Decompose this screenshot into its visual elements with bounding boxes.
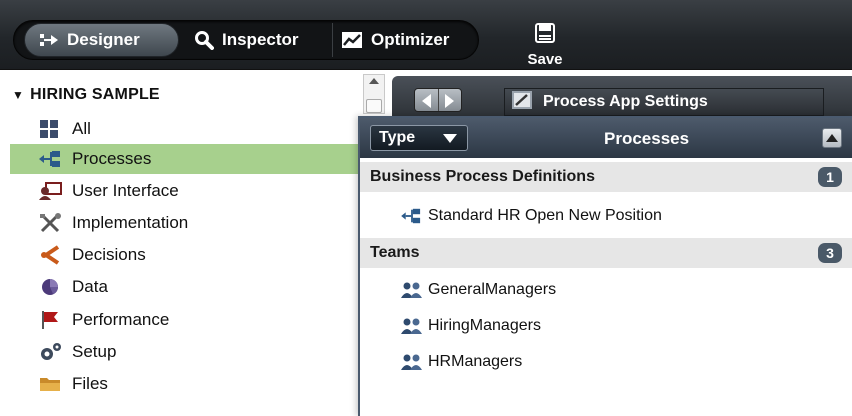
library-item-all[interactable]: All xyxy=(10,114,360,144)
editor-tab-strip: Process App Settings xyxy=(392,76,852,116)
data-icon xyxy=(38,277,64,297)
library-item-label: Processes xyxy=(72,149,152,168)
settings-icon xyxy=(511,90,533,115)
magnifier-icon xyxy=(194,30,214,50)
tab-inspector-label: Inspector xyxy=(222,30,299,49)
popup-title: Processes xyxy=(604,129,690,148)
chevron-up-icon xyxy=(826,134,838,142)
type-dropdown-label: Type xyxy=(379,129,416,146)
library-item-user-interface[interactable]: User Interface xyxy=(10,176,360,206)
back-button[interactable] xyxy=(415,89,438,111)
tab-optimizer-label: Optimizer xyxy=(371,30,450,49)
process-icon xyxy=(38,149,64,169)
caret-down-icon: ▼ xyxy=(12,88,25,102)
gears-icon xyxy=(38,342,64,362)
tab-designer-label: Designer xyxy=(67,30,140,49)
forward-button[interactable] xyxy=(437,89,461,111)
list-item-generalmanagers[interactable]: GeneralManagers xyxy=(400,276,556,304)
tab-optimizer[interactable]: Optimizer xyxy=(332,23,478,57)
save-button[interactable]: Save xyxy=(518,22,572,68)
library-item-processes[interactable]: Processes xyxy=(10,144,360,174)
chart-icon xyxy=(341,31,363,49)
count-badge: 3 xyxy=(818,243,842,263)
tab-designer[interactable]: Designer xyxy=(24,23,179,57)
list-item-label: HiringManagers xyxy=(428,317,541,334)
team-icon xyxy=(400,281,424,299)
library-item-label: Files xyxy=(72,374,108,393)
decision-icon xyxy=(38,245,64,265)
top-toolbar: Designer Inspector Optimizer Save xyxy=(0,0,852,70)
popup-header: Type Processes xyxy=(360,118,852,158)
list-item-label: HRManagers xyxy=(428,353,523,370)
history-navigation xyxy=(414,88,462,112)
section-label: Teams xyxy=(370,244,420,261)
library-panel: ▼ HIRING SAMPLE All Processes User Inter… xyxy=(0,70,360,416)
tab-inspector[interactable]: Inspector xyxy=(186,23,326,57)
scroll-thumb[interactable] xyxy=(366,99,382,113)
team-icon xyxy=(400,317,424,335)
library-header[interactable]: ▼ HIRING SAMPLE xyxy=(12,86,160,104)
library-item-decisions[interactable]: Decisions xyxy=(10,240,360,270)
tab-process-app-settings-label: Process App Settings xyxy=(543,93,708,110)
list-item-hiringmanagers[interactable]: HiringManagers xyxy=(400,312,541,340)
grid-icon xyxy=(38,119,64,139)
scroll-up-icon[interactable] xyxy=(369,78,379,84)
save-label: Save xyxy=(527,51,563,68)
save-icon xyxy=(534,22,556,49)
process-icon xyxy=(400,207,424,225)
library-item-performance[interactable]: Performance xyxy=(10,305,360,335)
collapse-button[interactable] xyxy=(822,128,842,148)
library-scrollbar[interactable] xyxy=(363,74,385,114)
count-badge: 1 xyxy=(818,167,842,187)
user-interface-icon xyxy=(38,181,64,201)
library-item-label: User Interface xyxy=(72,181,179,200)
section-teams[interactable]: Teams 3 xyxy=(360,238,852,268)
section-label: Business Process Definitions xyxy=(370,168,595,185)
list-item-label: GeneralManagers xyxy=(428,281,557,298)
flag-icon xyxy=(38,310,64,330)
list-item-standard-hr-open-new-position[interactable]: Standard HR Open New Position xyxy=(400,202,662,230)
library-item-label: All xyxy=(72,119,91,138)
tools-icon xyxy=(38,213,64,233)
library-item-implementation[interactable]: Implementation xyxy=(10,208,360,238)
library-item-label: Data xyxy=(72,277,108,296)
arrow-right-icon xyxy=(445,94,455,108)
library-item-files[interactable]: Files xyxy=(10,369,360,399)
designer-icon xyxy=(39,32,59,48)
team-icon xyxy=(400,353,424,371)
library-item-label: Setup xyxy=(72,342,117,361)
library-item-setup[interactable]: Setup xyxy=(10,337,360,367)
tab-process-app-settings[interactable]: Process App Settings xyxy=(504,88,824,116)
library-item-data[interactable]: Data xyxy=(10,272,360,302)
type-dropdown[interactable]: Type xyxy=(370,125,468,151)
library-item-label: Performance xyxy=(72,310,170,329)
library-header-label: HIRING SAMPLE xyxy=(30,86,160,103)
processes-popup: Type Processes Business Process Definiti… xyxy=(358,116,852,416)
folder-icon xyxy=(38,374,64,394)
library-item-label: Decisions xyxy=(72,245,146,264)
section-business-process-definitions[interactable]: Business Process Definitions 1 xyxy=(360,162,852,192)
chevron-down-icon xyxy=(443,134,457,143)
arrow-left-icon xyxy=(421,94,431,108)
library-item-label: Implementation xyxy=(72,213,189,232)
list-item-label: Standard HR Open New Position xyxy=(428,207,662,224)
list-item-hrmanagers[interactable]: HRManagers xyxy=(400,348,522,376)
perspective-tab-bar: Designer Inspector Optimizer xyxy=(13,20,479,60)
